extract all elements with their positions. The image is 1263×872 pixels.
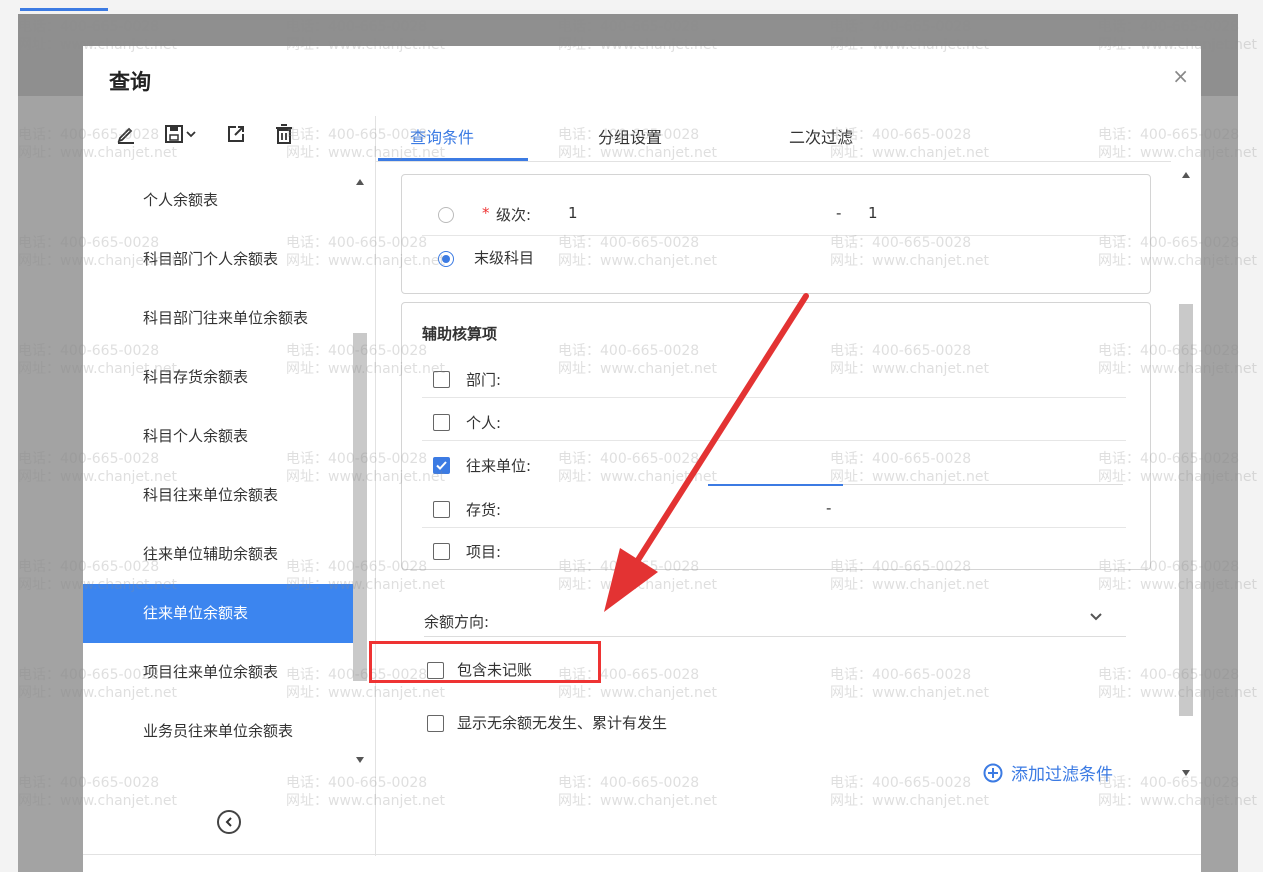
annotation-arrow <box>604 293 809 612</box>
